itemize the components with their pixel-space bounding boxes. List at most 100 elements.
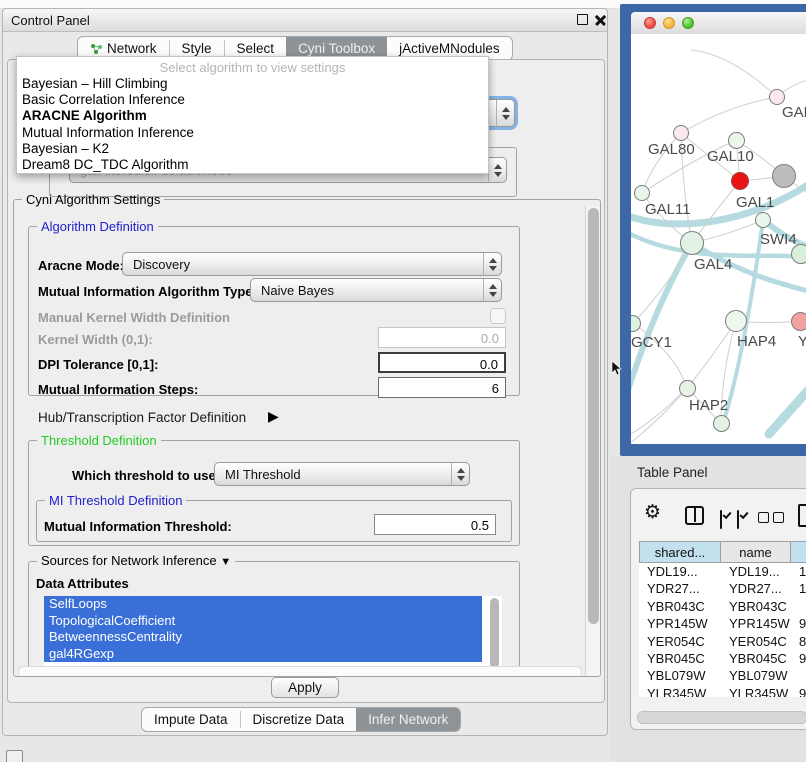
close-panel-icon[interactable] <box>594 14 607 27</box>
node-label-salmon: Y <box>798 333 806 350</box>
node-table: shared... name YDL19...YDL19...13 YDR27.… <box>639 541 806 697</box>
network-node-hap4[interactable] <box>725 310 747 332</box>
settings-vertical-scrollbar[interactable] <box>585 206 601 677</box>
clear-checkboxes-icon2[interactable] <box>773 512 784 523</box>
settings-scrollbar-thumb[interactable] <box>588 208 599 624</box>
network-window-titlebar[interactable] <box>631 12 806 35</box>
dpi-tolerance-field[interactable]: 0.0 <box>378 352 506 373</box>
manual-kernel-width-label: Manual Kernel Width Definition <box>38 310 230 325</box>
combo-stepper-icon <box>451 463 469 485</box>
node-label-gal4: GAL4 <box>694 256 732 273</box>
apply-button[interactable]: Apply <box>271 677 339 698</box>
float-panel-icon[interactable] <box>577 14 588 25</box>
network-node-salmon[interactable] <box>791 312 806 331</box>
dropdown-item-mutual-information[interactable]: Mutual Information Inference <box>17 125 488 141</box>
tab-discretize-data-label: Discretize Data <box>253 712 345 727</box>
table-toolbar: ⚙ <box>631 489 806 537</box>
node-label-gal-top: GAL <box>782 104 806 121</box>
mi-threshold-field[interactable]: 0.5 <box>374 514 496 535</box>
which-threshold-combo[interactable]: MI Threshold <box>214 462 470 486</box>
network-node-gal80[interactable] <box>673 125 689 141</box>
network-node-bottom-green[interactable] <box>713 415 730 432</box>
threshold-definition-title: Threshold Definition <box>37 434 161 447</box>
list-vertical-scrollbar[interactable] <box>490 598 499 668</box>
list-item-topologicalcoefficient[interactable]: TopologicalCoefficient <box>44 613 482 630</box>
mouse-cursor <box>611 361 623 377</box>
node-label-swi4: SWI4 <box>760 231 797 248</box>
combo-stepper-icon <box>488 158 506 182</box>
network-node-gal11[interactable] <box>634 185 650 201</box>
tab-infer-network[interactable]: Infer Network <box>356 708 460 731</box>
data-attributes-label: Data Attributes <box>36 576 129 591</box>
minimize-window-icon[interactable] <box>663 17 675 29</box>
node-label-hap2: HAP2 <box>689 397 728 414</box>
dropdown-prompt: Select algorithm to view settings <box>17 59 488 76</box>
tab-infer-network-label: Infer Network <box>368 712 448 727</box>
tab-style-label: Style <box>182 41 212 56</box>
new-table-icon[interactable] <box>798 504 806 527</box>
network-canvas[interactable]: GAL GAL80 GAL10 GAL1 GAL11 SWI4 GAL4 GCY… <box>631 34 806 444</box>
cyni-algorithm-settings-title: Cyni Algorithm Settings <box>22 193 164 206</box>
tab-network-label: Network <box>107 41 157 56</box>
hub-definition-label[interactable]: Hub/Transcription Factor Definition <box>38 410 246 425</box>
list-item-betweennesscentrality[interactable]: BetweennessCentrality <box>44 629 482 646</box>
combo-stepper-icon <box>483 279 501 301</box>
network-node-gal4[interactable] <box>680 231 704 255</box>
tab-discretize-data[interactable]: Discretize Data <box>241 708 357 731</box>
combo-stepper-icon <box>496 100 514 126</box>
control-panel-title: Control Panel <box>11 13 90 28</box>
dropdown-item-bayesian-hill-climbing[interactable]: Bayesian – Hill Climbing <box>17 76 488 92</box>
list-item-gal4rgexp[interactable]: gal4RGexp <box>44 646 482 663</box>
aracne-mode-combo[interactable]: Discovery <box>122 252 502 276</box>
clear-checkboxes-icon[interactable] <box>758 512 769 523</box>
network-node-gal1[interactable] <box>731 172 749 190</box>
close-window-icon[interactable] <box>644 17 656 29</box>
tab-impute-data[interactable]: Impute Data <box>142 708 240 731</box>
network-view-frame: GAL GAL80 GAL10 GAL1 GAL11 SWI4 GAL4 GCY… <box>620 4 806 456</box>
manual-kernel-width-checkbox[interactable] <box>490 308 506 324</box>
table-horizontal-scrollbar[interactable] <box>637 711 806 724</box>
zoom-window-icon[interactable] <box>682 17 694 29</box>
expand-arrow-icon[interactable]: ▶ <box>268 408 279 425</box>
table-row: YDL19...YDL19...13 <box>639 563 806 580</box>
split-columns-icon[interactable] <box>685 506 704 525</box>
dropdown-item-dream8[interactable]: Dream8 DC_TDC Algorithm <box>17 157 488 173</box>
node-label-gal1: GAL1 <box>736 194 774 211</box>
column-header-shared-name[interactable]: shared... <box>639 541 721 563</box>
network-node-gal-top[interactable] <box>769 89 785 105</box>
network-icon <box>90 42 103 55</box>
mi-algorithm-type-combo[interactable]: Naive Bayes <box>250 278 502 302</box>
collapse-arrow-icon[interactable]: ▼ <box>220 556 231 568</box>
column-header-partial[interactable] <box>791 541 806 563</box>
dropdown-item-basic-correlation[interactable]: Basic Correlation Inference <box>17 92 488 108</box>
column-header-name[interactable]: name <box>721 541 791 563</box>
list-item-selfloops[interactable]: SelfLoops <box>44 596 482 613</box>
network-node-hap2[interactable] <box>679 380 696 397</box>
node-label-hap4: HAP4 <box>737 333 776 350</box>
kernel-width-field[interactable]: 0.0 <box>378 327 506 348</box>
table-panel-title: Table Panel <box>637 465 708 480</box>
control-panel-window: Control Panel Network Style Select <box>2 8 608 736</box>
network-node-gal10[interactable] <box>728 132 745 149</box>
table-row: YLR345WYLR345W9. <box>639 685 806 697</box>
network-window: GAL GAL80 GAL10 GAL1 GAL11 SWI4 GAL4 GCY… <box>631 12 806 444</box>
network-node-gray[interactable] <box>772 164 796 188</box>
aracne-mode-label: Aracne Mode: <box>38 258 124 273</box>
collapsed-panel-icon[interactable] <box>6 750 23 762</box>
table-body[interactable]: YDL19...YDL19...13 YDR27...YDR27...12 YB… <box>639 563 806 697</box>
dropdown-item-bayesian-k2[interactable]: Bayesian – K2 <box>17 141 488 157</box>
network-node-swi4[interactable] <box>755 212 771 228</box>
data-attributes-list[interactable]: SelfLoops TopologicalCoefficient Between… <box>44 596 502 672</box>
select-all-checkboxes-icon[interactable] <box>720 510 722 529</box>
dropdown-item-aracne[interactable]: ARACNE Algorithm <box>17 108 488 124</box>
node-label-gal80: GAL80 <box>648 141 695 158</box>
select-all-checkboxes-icon2[interactable] <box>737 510 739 529</box>
table-row: YDR27...YDR27...12 <box>639 580 806 597</box>
table-row: YER054CYER054C8. <box>639 633 806 650</box>
mi-algorithm-type-label: Mutual Information Algorithm Type: <box>38 284 257 299</box>
gear-icon[interactable]: ⚙ <box>644 501 661 523</box>
mi-steps-field[interactable]: 6 <box>378 377 506 398</box>
settings-horizontal-scrollbar[interactable] <box>18 666 582 677</box>
mi-algorithm-type-value: Naive Bayes <box>251 283 483 298</box>
algorithm-definition-title: Algorithm Definition <box>37 220 158 233</box>
